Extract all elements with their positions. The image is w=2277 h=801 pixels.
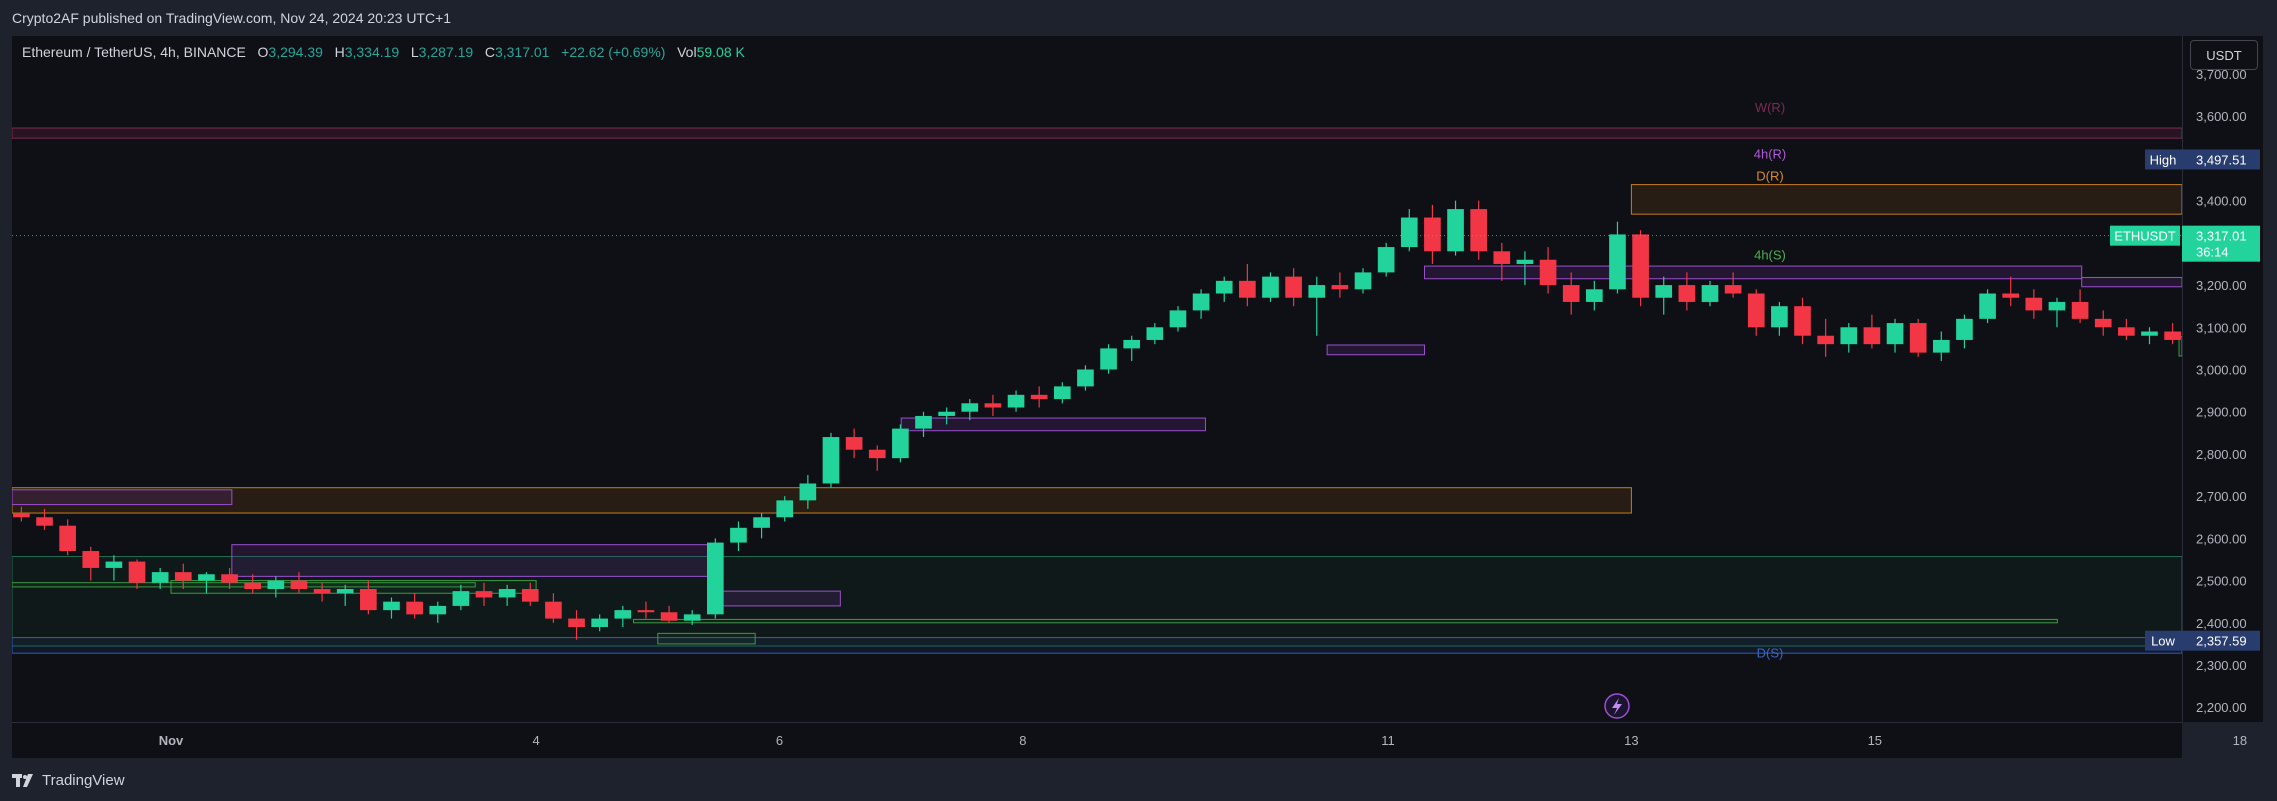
low-label: L xyxy=(410,44,419,60)
change-value: +22.62 (+0.69%) xyxy=(561,44,666,60)
footer-bar: TradingView xyxy=(0,758,2277,801)
close-label: C xyxy=(484,44,495,60)
symbol-title[interactable]: Ethereum / TetherUS, 4h, BINANCE xyxy=(22,44,246,60)
time-tick-label: 18 xyxy=(2233,733,2247,748)
low-value: 3,287.19 xyxy=(418,44,474,60)
candle-body xyxy=(0,509,7,513)
ohlc-legend: Ethereum / TetherUS, 4h, BINANCE O3,294.… xyxy=(22,44,745,60)
open-label: O xyxy=(257,44,269,60)
footer-brand[interactable]: TradingView xyxy=(42,772,125,789)
tradingview-logo-icon[interactable] xyxy=(12,774,36,788)
high-value: 3,334.19 xyxy=(344,44,400,60)
chart-pane[interactable] xyxy=(12,36,2182,722)
publisher-bar: Crypto2AF published on TradingView.com, … xyxy=(0,0,2277,36)
price-axis[interactable] xyxy=(2182,36,2263,722)
close-value: 3,317.01 xyxy=(494,44,550,60)
publisher-line: Crypto2AF published on TradingView.com, … xyxy=(12,10,452,26)
currency-button[interactable]: USDT xyxy=(2190,40,2258,70)
open-value: 3,294.39 xyxy=(268,44,323,60)
high-label: H xyxy=(334,44,345,60)
volume-label: Vol xyxy=(677,44,697,60)
volume-value: 59.08 K xyxy=(696,44,745,60)
time-axis[interactable] xyxy=(12,722,2182,759)
